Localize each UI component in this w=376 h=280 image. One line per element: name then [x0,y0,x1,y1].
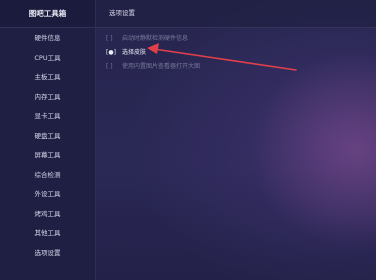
sidebar-item-screen-tools[interactable]: 屏幕工具 [0,146,95,166]
app-window: 图吧工具箱 硬件信息 CPU工具 主板工具 内存工具 显卡工具 硬盘工具 屏幕工… [0,0,376,280]
sidebar-item-peripheral-tools[interactable]: 外设工具 [0,185,95,205]
sidebar-item-disk-tools[interactable]: 硬盘工具 [0,127,95,147]
options-list: [ ] 启动时静默检测硬件信息 [●] 选择皮肤 [ ] 使用内置图片查看器打开… [96,28,376,74]
option-label: 使用内置图片查看器打开大图 [122,63,201,70]
sidebar-item-comprehensive-test[interactable]: 综合检测 [0,166,95,186]
sidebar-item-other-tools[interactable]: 其他工具 [0,224,95,244]
option-builtin-image-viewer[interactable]: [ ] 使用内置图片查看器打开大图 [106,60,376,74]
sidebar-item-hardware-info[interactable]: 硬件信息 [0,29,95,49]
option-silent-detect[interactable]: [ ] 启动时静默检测硬件信息 [106,32,376,46]
sidebar-item-stress-test-tools[interactable]: 烤鸡工具 [0,205,95,225]
checkbox[interactable]: [ ] [106,32,122,46]
checkbox[interactable]: [●] [106,46,122,60]
sidebar-item-cpu-tools[interactable]: CPU工具 [0,49,95,69]
sidebar-nav: 硬件信息 CPU工具 主板工具 内存工具 显卡工具 硬盘工具 屏幕工具 综合检测… [0,29,95,263]
checkbox[interactable]: [ ] [106,60,122,74]
sidebar-item-memory-tools[interactable]: 内存工具 [0,88,95,108]
sidebar-item-motherboard-tools[interactable]: 主板工具 [0,68,95,88]
sidebar-item-gpu-tools[interactable]: 显卡工具 [0,107,95,127]
sidebar-item-settings[interactable]: 选项设置 [0,244,95,264]
option-label: 启动时静默检测硬件信息 [122,35,189,42]
sidebar: 图吧工具箱 硬件信息 CPU工具 主板工具 内存工具 显卡工具 硬盘工具 屏幕工… [0,0,96,280]
page-title: 选项设置 [96,0,376,28]
option-label: 选择皮肤 [122,49,147,56]
app-title: 图吧工具箱 [0,0,95,28]
option-choose-skin[interactable]: [●] 选择皮肤 [106,46,376,60]
main-panel: 选项设置 [ ] 启动时静默检测硬件信息 [●] 选择皮肤 [ ] 使用内置图片… [96,0,376,280]
